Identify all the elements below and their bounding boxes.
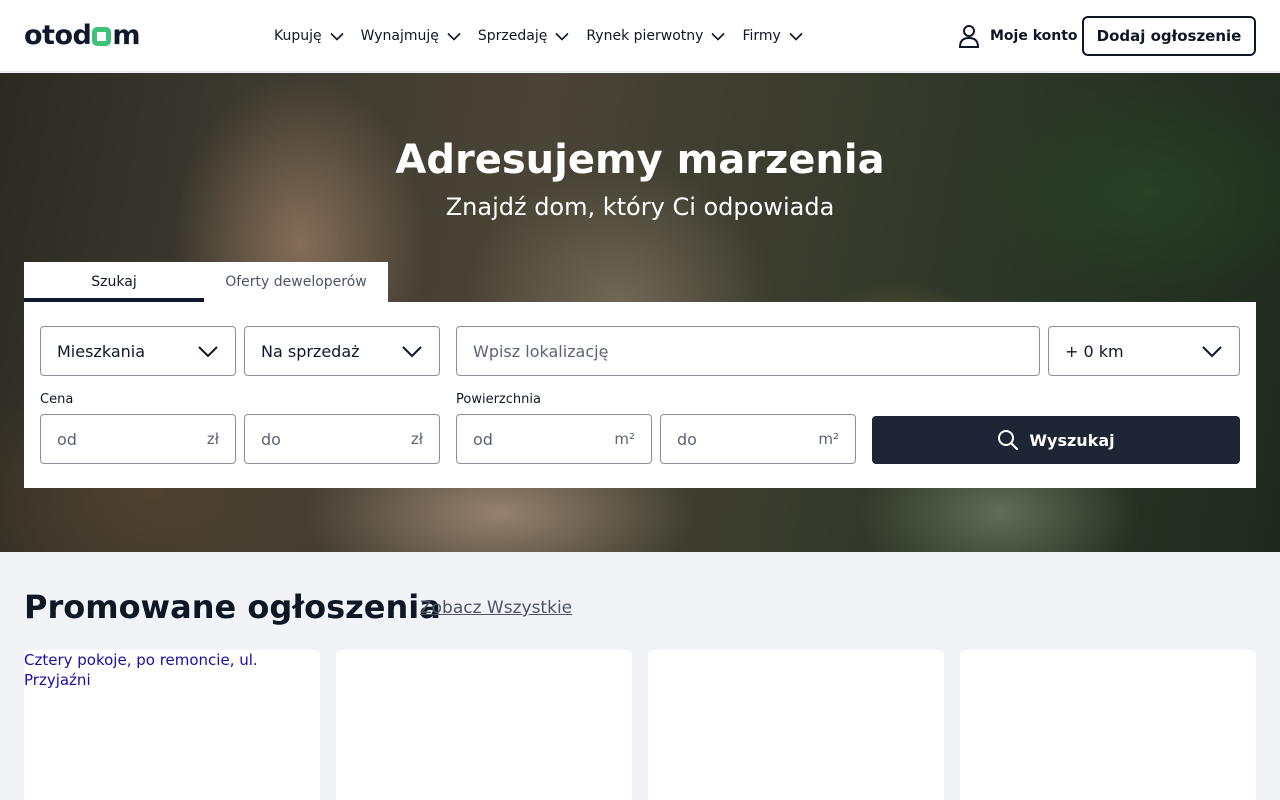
promoted-section-title: Promowane ogłoszenia [24,588,441,626]
listing-image-alt[interactable]: Cztery pokoje, po remoncie, ul. Przyjaźn… [24,650,320,690]
nav-item-rynek-pierwotny[interactable]: Rynek pierwotny [586,25,726,47]
nav-item-label: Kupuję [274,28,322,44]
radius-value: + 0 km [1065,341,1124,361]
listing-card[interactable] [648,650,944,800]
nav-item-sprzedaje[interactable]: Sprzedaję [478,25,569,47]
chevron-down-icon [402,346,422,358]
nav-item-wynajmuje[interactable]: Wynajmuję [361,25,461,47]
main-nav: Kupuję Wynajmuję Sprzedaję Rynek pierwot… [274,25,820,47]
logo-text-left: otod [24,19,92,51]
otodom-logo[interactable]: otod m [24,19,140,51]
property-type-value: Mieszkania [57,341,146,361]
chevron-down-icon [330,32,344,41]
area-from-placeholder: od [473,429,493,449]
price-label: Cena [40,392,74,407]
area-from-input[interactable]: od m² [456,414,652,464]
transaction-type-value: Na sprzedaż [261,341,360,361]
nav-item-label: Wynajmuję [360,28,439,44]
hero-title: Adresujemy marzenia [395,137,885,183]
listing-card[interactable]: Cztery pokoje, po remoncie, ul. Przyjaźn… [24,650,320,800]
chevron-down-icon [555,32,569,41]
chevron-down-icon [711,32,726,41]
property-type-select[interactable]: Mieszkania [40,326,236,376]
logo-text-right: m [112,19,140,51]
price-unit: zł [410,430,423,448]
nav-item-label: Firmy [742,28,781,44]
transaction-type-select[interactable]: Na sprzedaż [244,326,440,376]
area-to-input[interactable]: do m² [660,414,856,464]
chevron-down-icon [1202,346,1222,358]
price-to-placeholder: do [261,429,281,449]
account-label: Moje konto [990,28,1078,44]
search-button[interactable]: Wyszukaj [872,416,1240,464]
nav-item-firmy[interactable]: Firmy [742,25,803,47]
nav-item-kupuje[interactable]: Kupuję [274,25,344,47]
tab-szukaj[interactable]: Szukaj [24,262,204,302]
chevron-down-icon [447,32,461,41]
price-unit: zł [206,430,219,448]
listing-card[interactable] [336,650,632,800]
search-tabs: Szukaj Oferty deweloperów [24,262,388,302]
search-icon [998,430,1019,451]
area-unit: m² [818,430,839,448]
location-input[interactable]: Wpisz lokalizację [456,326,1040,376]
listing-card[interactable] [960,650,1256,800]
top-header: otod m Kupuję Wynajmuję Sprzedaję Rynek p… [0,0,1280,72]
search-button-label: Wyszukaj [1029,430,1115,450]
logo-square-icon [92,27,112,46]
area-unit: m² [614,430,635,448]
area-label: Powierzchnia [456,392,541,407]
location-placeholder: Wpisz lokalizację [473,341,609,361]
nav-item-label: Rynek pierwotny [586,28,704,44]
my-account-link[interactable]: Moje konto [958,24,1078,48]
hero-subtitle: Znajdź dom, który Ci odpowiada [445,193,835,221]
tab-oferty-deweloperow[interactable]: Oferty deweloperów [204,262,388,302]
price-to-input[interactable]: do zł [244,414,440,464]
see-all-link[interactable]: Zobacz Wszystkie [420,598,572,618]
chevron-down-icon [789,32,803,41]
search-panel: Mieszkania Na sprzedaż Wpisz lokalizację… [24,302,1256,488]
price-from-input[interactable]: od zł [40,414,236,464]
user-icon [958,25,980,48]
price-from-placeholder: od [57,429,77,449]
add-listing-button[interactable]: Dodaj ogłoszenie [1082,16,1256,56]
radius-select[interactable]: + 0 km [1048,326,1240,376]
chevron-down-icon [198,346,218,358]
nav-item-label: Sprzedaję [477,28,548,44]
area-to-placeholder: do [677,429,697,449]
